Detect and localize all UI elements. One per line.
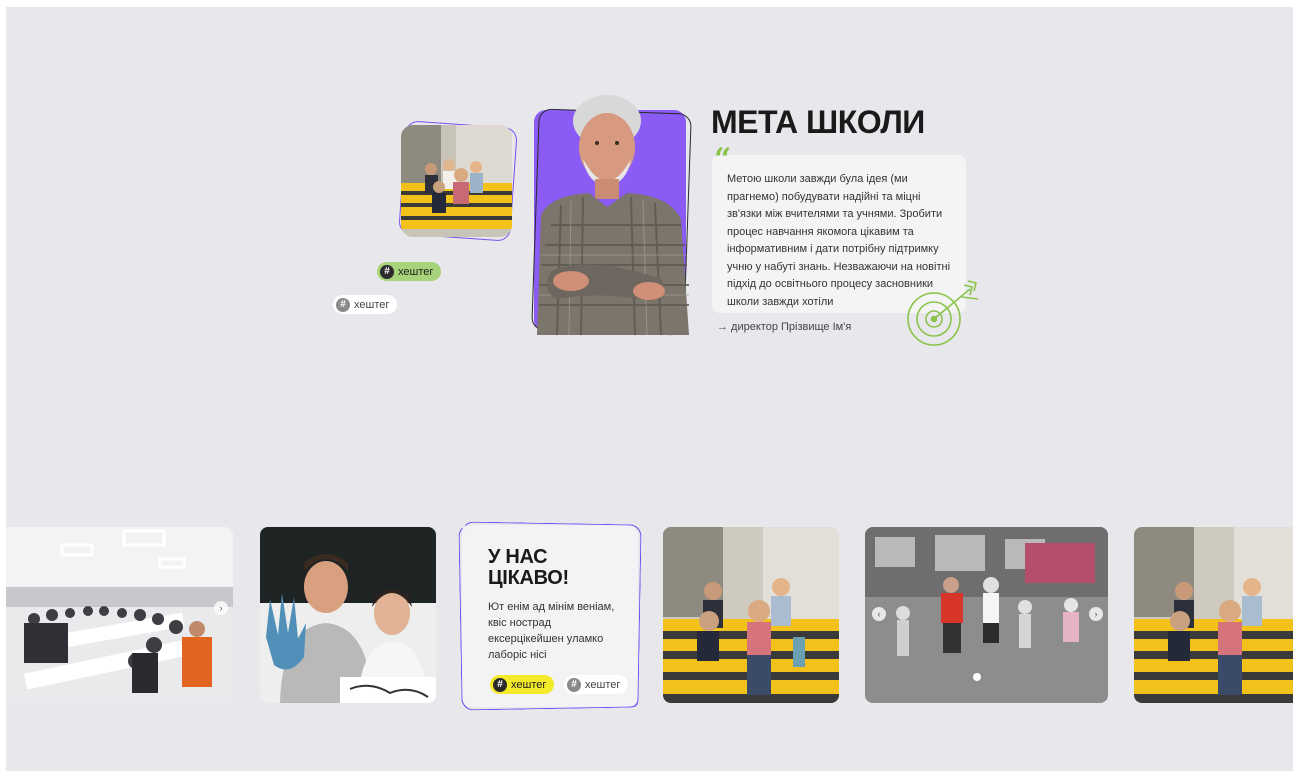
- hashtag-chip[interactable]: # хештег: [564, 675, 629, 694]
- info-card-title-line: ЦІКАВО!: [488, 567, 569, 589]
- hashtag-chip[interactable]: # хештег: [377, 262, 442, 281]
- hashtag-chip[interactable]: # хештег: [333, 295, 398, 314]
- gallery-prev-button[interactable]: ‹: [872, 607, 886, 621]
- hashtag-label: хештег: [354, 298, 390, 311]
- gallery-next-button[interactable]: ›: [214, 601, 228, 615]
- quote-author: → директор Прізвище Ім'я: [717, 321, 852, 333]
- hashtag-icon: #: [493, 677, 507, 692]
- gallery-photo-kids-stairs[interactable]: [1134, 527, 1293, 703]
- hashtag-chip[interactable]: # хештег: [490, 675, 555, 694]
- kids-on-stairs-photo[interactable]: [401, 125, 512, 237]
- page-canvas: # хештег # хештег МЕТА ШКОЛИ Метою школи…: [6, 7, 1293, 771]
- target-arrow-icon: [904, 277, 982, 349]
- info-card-title-line: У НАС: [488, 546, 548, 568]
- hashtag-label: хештег: [585, 678, 621, 691]
- gallery-next-button[interactable]: ›: [1089, 607, 1103, 621]
- hashtag-icon: #: [567, 677, 581, 692]
- info-card: У НАС ЦІКАВО! Ют енім ад мінім веніам, к…: [458, 521, 642, 711]
- hashtag-icon: #: [380, 264, 394, 279]
- gallery-photo-classroom[interactable]: ›: [6, 527, 233, 703]
- quote-mark-icon: “: [714, 142, 732, 177]
- gallery-photo-schoolyard[interactable]: ‹ ›: [865, 527, 1108, 703]
- hashtag-label: хештег: [511, 678, 547, 691]
- gallery-photo-teacher-paint[interactable]: [260, 527, 436, 703]
- info-card-text: Ют енім ад мінім веніам, квіс нострад ек…: [488, 601, 615, 661]
- gallery-photo-kids-stairs[interactable]: [663, 527, 839, 703]
- hashtag-label: хештег: [398, 265, 434, 278]
- director-portrait: [531, 95, 693, 336]
- info-card-title: У НАС ЦІКАВО!: [488, 547, 569, 589]
- section-title: МЕТА ШКОЛИ: [711, 104, 925, 140]
- hashtag-icon: #: [336, 297, 350, 312]
